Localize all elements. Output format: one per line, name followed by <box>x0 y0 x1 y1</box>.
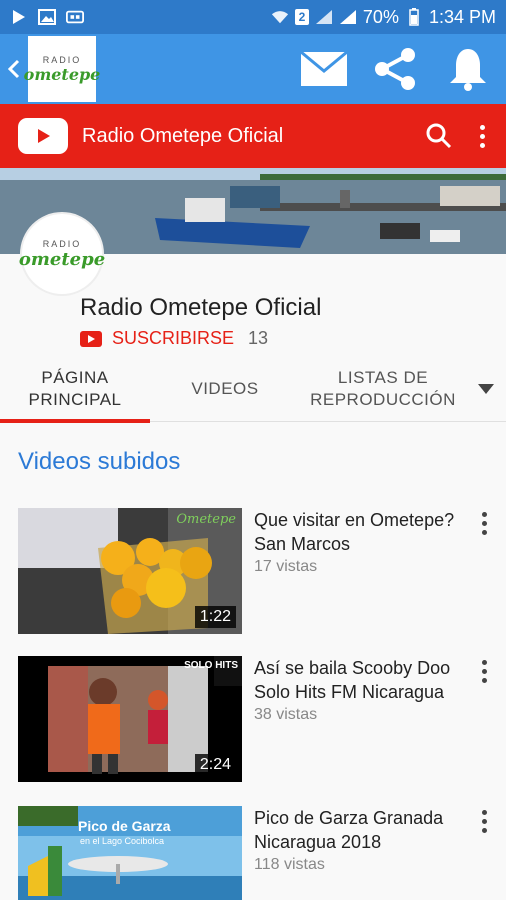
thumbnail-watermark: SOLO HITS <box>184 660 238 671</box>
signal-icon <box>315 9 333 25</box>
youtube-logo-icon <box>18 118 68 154</box>
subscriber-count: 13 <box>248 328 269 348</box>
tabs-more-button[interactable] <box>466 356 506 422</box>
video-thumbnail[interactable]: Ometepe 1:22 <box>18 508 242 634</box>
tab-playlists[interactable]: LISTAS DE REPRODUCCIÓN <box>300 356 466 422</box>
video-more-button[interactable] <box>472 806 496 836</box>
video-more-button[interactable] <box>472 656 496 686</box>
app-logo-top-text: RADIO <box>42 54 82 65</box>
wifi-icon <box>271 9 289 25</box>
tab-home-label-2: PRINCIPAL <box>28 389 122 409</box>
video-thumbnail[interactable]: Pico de Garza en el Lago Cocibolca <box>18 806 242 900</box>
video-views: 17 vistas <box>254 558 318 575</box>
channel-tabs: PÁGINA PRINCIPAL VIDEOS LISTAS DE REPRODUC… <box>0 356 506 423</box>
video-views: 38 vistas <box>254 706 318 723</box>
tab-playlists-label-2: REPRODUCCIÓN <box>310 389 456 409</box>
video-title: Así se baila Scooby Doo Solo Hits FM Nic… <box>254 658 451 702</box>
youtube-header: Radio Ometepe Oficial <box>0 104 506 168</box>
channel-name: Radio Ometepe Oficial <box>80 294 322 321</box>
battery-icon <box>405 8 423 26</box>
overflow-menu-button[interactable] <box>472 121 492 151</box>
video-list-item[interactable]: Ometepe 1:22 Que visitar en Ometepe? San… <box>18 508 506 636</box>
video-more-button[interactable] <box>472 508 496 538</box>
mail-button[interactable] <box>300 45 348 93</box>
share-button[interactable] <box>372 45 420 93</box>
app-bar: RADIO ometepe <box>0 34 506 104</box>
youtube-logo-small-icon <box>80 330 102 347</box>
video-title: Pico de Garza Granada Nicaragua 2018 <box>254 808 444 852</box>
search-button[interactable] <box>424 121 454 151</box>
channel-avatar: RADIO ometepe <box>18 214 106 294</box>
more-vert-icon <box>481 659 487 683</box>
tab-home-label-1: PÁGINA <box>41 367 109 387</box>
share-icon <box>375 48 415 90</box>
notifications-button[interactable] <box>444 45 492 93</box>
video-thumbnail[interactable]: SOLO HITS 2:24 <box>18 656 242 782</box>
hd-notification-icon <box>66 9 84 25</box>
bell-icon <box>450 49 486 91</box>
youtube-channel-title: Radio Ometepe Oficial <box>82 124 284 147</box>
play-store-notification-icon <box>10 9 28 25</box>
video-duration: 2:24 <box>194 754 236 776</box>
thumbnail-watermark: Ometepe <box>176 512 236 527</box>
battery-level: 70% <box>362 6 399 27</box>
tab-home[interactable]: PÁGINA PRINCIPAL <box>0 356 150 423</box>
tab-videos[interactable]: VIDEOS <box>150 356 300 422</box>
tab-videos-label: VIDEOS <box>191 378 259 398</box>
status-bar: 2 70% 1:34 PM <box>0 0 506 34</box>
video-list-item[interactable]: SOLO HITS 2:24 Así se baila Scooby Doo S… <box>18 656 506 784</box>
more-vert-icon <box>481 511 487 535</box>
more-vert-icon <box>481 809 487 833</box>
subscribe-button[interactable]: SUSCRIBIRSE 13 <box>80 328 268 349</box>
app-logo-main-text: ometepe <box>23 64 101 84</box>
search-icon <box>426 123 452 149</box>
clock: 1:34 PM <box>428 6 496 27</box>
signal-icon-2 <box>339 9 357 25</box>
tab-playlists-label-1: LISTAS DE <box>337 367 429 387</box>
sim-icon: 2 <box>294 9 309 25</box>
caret-down-icon <box>478 383 494 394</box>
video-title: Que visitar en Ometepe? San Marcos <box>254 510 455 554</box>
more-vert-icon <box>479 124 485 148</box>
chevron-left-icon <box>8 59 20 79</box>
thumbnail-text-1: Pico de Garza <box>78 818 171 834</box>
avatar-top-text: RADIO <box>42 238 82 249</box>
section-title: Videos subidos <box>18 448 181 475</box>
video-list-item[interactable]: Pico de Garza en el Lago Cocibolca Pico … <box>18 806 506 900</box>
video-views: 118 vistas <box>254 856 325 873</box>
mail-icon <box>300 51 348 86</box>
gallery-notification-icon <box>38 9 56 25</box>
thumbnail-text-2: en el Lago Cocibolca <box>80 836 165 846</box>
video-duration: 1:22 <box>194 606 236 628</box>
avatar-main-text: ometepe <box>18 248 106 270</box>
subscribe-label: SUSCRIBIRSE <box>112 328 235 348</box>
app-logo: RADIO ometepe <box>24 36 100 102</box>
